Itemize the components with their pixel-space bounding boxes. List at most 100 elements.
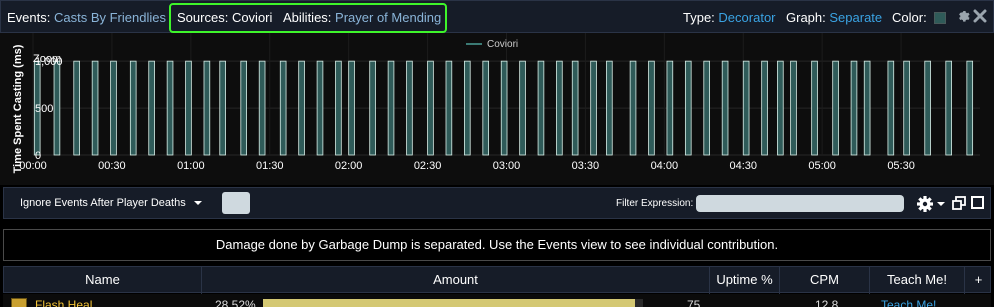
row-amount-bar	[263, 299, 635, 307]
cast-bar	[53, 60, 61, 156]
cast-bar	[571, 60, 579, 156]
cast-bar	[185, 60, 192, 156]
graph-value[interactable]: Separate	[829, 10, 882, 25]
cast-bar	[606, 60, 613, 156]
legend-label: Coviori	[487, 39, 518, 50]
x-tick-label: 02:00	[335, 160, 363, 172]
events-value[interactable]: Casts By Friendlies	[54, 10, 166, 25]
color-swatch[interactable]	[934, 12, 946, 24]
ignore-deaths-toggle[interactable]	[222, 192, 250, 214]
cast-bar	[945, 60, 952, 156]
filter-expression-label: Filter Expression:	[616, 198, 694, 209]
gear-icon[interactable]	[957, 9, 972, 24]
cast-bar	[73, 60, 80, 156]
ignore-deaths-dropdown[interactable]: Ignore Events After Player Deaths	[20, 197, 203, 209]
row-percent: 28.52%	[215, 298, 256, 307]
cast-bar	[482, 60, 490, 156]
maximize-icon[interactable]	[971, 196, 984, 209]
cast-bar	[406, 60, 413, 156]
x-tick-label: 01:00	[177, 160, 205, 172]
row-name[interactable]: Flash Heal	[35, 298, 92, 307]
popout-icon[interactable]	[952, 196, 966, 210]
cast-bar	[110, 60, 117, 156]
cast-timeline-chart: 0 500 1,000 00:00 00:30 01:00 01:30 02:00 02:30 0…	[0, 33, 994, 185]
cast-bar	[966, 60, 974, 156]
cast-bar	[777, 60, 784, 156]
cast-bar	[811, 60, 818, 156]
settings-gear-icon[interactable]	[916, 195, 946, 213]
x-tick-label: 05:00	[808, 160, 836, 172]
cast-bar	[369, 60, 376, 156]
cast-bar	[648, 60, 655, 156]
col-header-cpm[interactable]: CPM	[780, 267, 870, 294]
col-header-amount[interactable]: Amount	[202, 267, 710, 294]
row-teach-link[interactable]: Teach Me!	[881, 298, 936, 307]
cast-bar	[387, 60, 395, 156]
zoom-label: Zoom	[33, 53, 61, 65]
flash-heal-spell-icon	[11, 298, 27, 307]
separation-notice: Damage done by Garbage Dump is separated…	[3, 229, 991, 261]
filter-expression-input[interactable]	[696, 195, 904, 212]
cast-bar	[590, 60, 597, 156]
cast-bar	[500, 60, 508, 156]
cast-bar	[924, 60, 931, 156]
graph-filter[interactable]: Graph: Separate	[786, 10, 882, 25]
col-header-teach[interactable]: Teach Me!	[870, 267, 965, 294]
type-value[interactable]: Decorator	[718, 10, 775, 25]
cast-bar	[219, 60, 226, 156]
x-tick-label: 04:00	[651, 160, 679, 172]
cast-bar	[850, 60, 858, 156]
cast-bar	[629, 60, 637, 156]
y-axis-label: Time Spent Casting (ms)	[12, 44, 24, 173]
cast-bar	[348, 60, 355, 156]
col-header-uptime[interactable]: Uptime %	[710, 267, 780, 294]
cast-bar	[761, 60, 768, 156]
events-filter[interactable]: Events: Casts By Friendlies	[7, 10, 166, 25]
cast-bar	[863, 60, 871, 156]
x-tick-label: 03:30	[572, 160, 600, 172]
cast-bar	[464, 60, 471, 156]
close-icon[interactable]	[973, 9, 987, 23]
cast-bar	[148, 60, 155, 156]
cast-bar	[666, 60, 674, 156]
cast-bar	[335, 60, 342, 156]
y-tick-label: 500	[35, 103, 53, 115]
ignore-deaths-label: Ignore Events After Player Deaths	[20, 197, 186, 209]
x-tick-label: 05:30	[887, 160, 915, 172]
caret-down-icon	[193, 201, 202, 206]
cast-bar	[742, 60, 750, 156]
chart-svg: 05001,00000:00 00:30 01:00 01:30 02:00 02:30 0…	[12, 33, 980, 173]
cast-bar	[258, 60, 266, 156]
cast-bar	[203, 60, 211, 156]
col-header-add[interactable]: +	[965, 267, 992, 294]
x-tick-label: 03:00	[493, 160, 521, 172]
cast-bar	[887, 60, 895, 156]
table-row[interactable]: Flash Heal 28.52% 75 12.8 Teach Me!	[3, 294, 991, 307]
cast-bar	[129, 60, 137, 156]
cast-bar	[519, 60, 526, 156]
cast-bar	[279, 60, 287, 156]
cast-bar	[166, 60, 174, 156]
cast-bar	[298, 60, 305, 156]
col-header-name[interactable]: Name	[4, 267, 202, 294]
cast-bar	[240, 60, 248, 156]
row-cpm: 12.8	[815, 298, 839, 307]
cast-bar	[91, 60, 99, 156]
x-tick-label: 00:30	[98, 160, 126, 172]
cast-bar	[427, 60, 434, 156]
sources-abilities-highlight	[169, 3, 447, 33]
x-tick-label: 04:30	[729, 160, 757, 172]
cast-bar	[721, 60, 729, 156]
cast-bar	[703, 60, 710, 156]
type-label: Type:	[683, 10, 715, 25]
type-filter[interactable]: Type: Decorator	[683, 10, 776, 25]
events-label: Events:	[7, 10, 51, 25]
x-tick-label: 02:30	[414, 160, 442, 172]
cast-bar	[537, 60, 545, 156]
cast-bar	[684, 60, 692, 156]
cast-bar	[903, 60, 910, 156]
graph-label: Graph:	[786, 10, 826, 25]
cast-bar	[832, 60, 839, 156]
cast-bar	[316, 60, 324, 156]
color-label: Color:	[892, 10, 927, 25]
